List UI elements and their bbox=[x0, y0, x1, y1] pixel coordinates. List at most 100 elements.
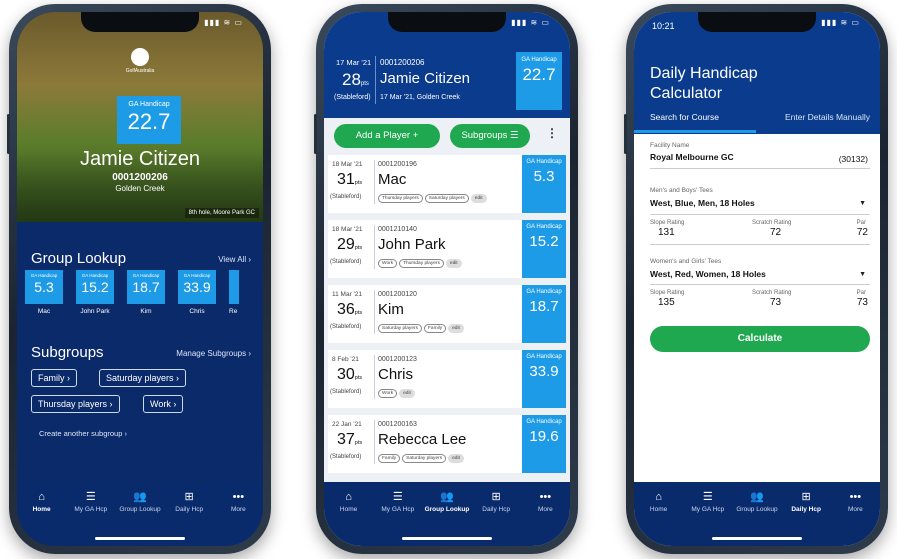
group-member-card[interactable]: GA Handicap 15.2 John Park bbox=[76, 270, 114, 315]
tab-more[interactable]: ••• More bbox=[214, 490, 262, 546]
calculate-button[interactable]: Calculate bbox=[650, 326, 870, 352]
tab-more[interactable]: ••• More bbox=[521, 490, 569, 546]
group-icon: 👥 bbox=[440, 491, 454, 503]
tag: Work bbox=[378, 259, 398, 268]
home-icon: ⌂ bbox=[38, 491, 45, 503]
calculator-icon: ⊞ bbox=[491, 491, 501, 503]
notch bbox=[388, 12, 506, 32]
mens-tees-select[interactable]: West, Blue, Men, 18 Holes bbox=[650, 198, 755, 208]
player-card[interactable]: 18 Mar '21 29pts (Stableford) 0001210140 Jo… bbox=[328, 220, 566, 278]
tag: Work bbox=[378, 389, 398, 398]
phone-group-lookup-screen: ▮▮▮ ≋ ▭ 17 Mar '21 28pts (Stableford) 00… bbox=[314, 4, 578, 554]
round-points: 28pts bbox=[342, 70, 369, 89]
tag: Thursday players bbox=[399, 259, 444, 268]
group-lookup-list: GA Handicap 5.3 Mac GA Handicap 15.2 John Pa… bbox=[25, 270, 263, 315]
tag: Thursday players bbox=[378, 194, 423, 203]
more-icon: ••• bbox=[232, 491, 245, 503]
calculator-icon: ⊞ bbox=[801, 491, 811, 503]
chevron-down-icon[interactable]: ▼ bbox=[859, 271, 866, 278]
tab-home[interactable]: ⌂ Home bbox=[18, 490, 66, 546]
slope-value: 131 bbox=[658, 227, 675, 238]
manage-subgroups-link[interactable]: Manage Subgroups › bbox=[176, 349, 251, 358]
handicap-value: 22.7 bbox=[127, 109, 171, 134]
club-name: Golden Creek bbox=[115, 184, 165, 193]
slope-value: 135 bbox=[658, 297, 675, 308]
facility-input[interactable]: Royal Melbourne GC bbox=[650, 152, 734, 162]
screen: ▮▮▮ ≋ ▭ 17 Mar '21 28pts (Stableford) 00… bbox=[324, 12, 570, 546]
status-bar: ▮▮▮ ≋ ▭ bbox=[511, 18, 550, 30]
notch bbox=[698, 12, 816, 32]
round-details: 17 Mar '21, Golden Creek bbox=[380, 94, 460, 101]
status-icons: ▮▮▮ ≋ ▭ bbox=[204, 18, 243, 27]
tag: Saturday players bbox=[424, 194, 469, 203]
list-icon: ☰ bbox=[702, 491, 713, 503]
tab-enter-manually[interactable]: Enter Details Manually bbox=[785, 112, 870, 122]
player-name: Jamie Citizen bbox=[79, 148, 201, 170]
scratch-label: Scratch Rating bbox=[752, 290, 792, 296]
list-icon: ☰ bbox=[392, 491, 403, 503]
slope-label: Slope Rating bbox=[650, 220, 685, 226]
handicap-badge: GA Handicap 22.7 bbox=[516, 52, 562, 110]
tab-home[interactable]: ⌂ Home bbox=[325, 490, 373, 546]
edit-tags-button[interactable]: edit bbox=[448, 324, 464, 333]
scratch-value: 72 bbox=[770, 227, 782, 238]
overflow-menu-icon[interactable]: ⋮ bbox=[546, 126, 558, 140]
player-card[interactable]: 11 Mar '21 36pts (Stableford) 0001200120 Ki… bbox=[328, 285, 566, 343]
home-indicator bbox=[712, 537, 802, 540]
group-member-card[interactable]: GA Handicap 5.3 Mac bbox=[25, 270, 63, 315]
photo-caption: 8th hole, Moore Park GC bbox=[184, 208, 259, 218]
screen: ▮▮▮ ≋ ▭ Daily Handicap Calculator Search… bbox=[634, 12, 880, 546]
list-icon: ☰ bbox=[85, 491, 96, 503]
tab-home[interactable]: ⌂ Home bbox=[635, 490, 683, 546]
edit-tags-button[interactable]: edit bbox=[470, 194, 487, 203]
womens-tees-select[interactable]: West, Red, Women, 18 Holes bbox=[650, 269, 766, 279]
member-id: 0001200206 bbox=[112, 172, 168, 183]
page-title: Daily Handicap Calculator bbox=[650, 65, 758, 102]
player-card[interactable]: 18 Mar '21 31pts (Stableford) 0001200196 Ma… bbox=[328, 155, 566, 213]
edit-tags-button[interactable]: edit bbox=[445, 259, 462, 268]
par-label: Par bbox=[856, 220, 866, 226]
scratch-value: 73 bbox=[770, 297, 782, 308]
home-indicator bbox=[402, 537, 492, 540]
scratch-label: Scratch Rating bbox=[752, 220, 792, 226]
edit-tags-button[interactable]: edit bbox=[448, 454, 464, 463]
chevron-down-icon[interactable]: ▼ bbox=[859, 200, 866, 207]
round-date: 17 Mar '21 bbox=[336, 58, 372, 67]
edit-tags-button[interactable]: edit bbox=[399, 389, 415, 398]
status-icons: ▮▮▮ ≋ ▭ bbox=[511, 18, 550, 27]
member-id: 0001200206 bbox=[380, 58, 425, 67]
subgroups-title: Subgroups bbox=[31, 344, 104, 361]
player-card[interactable]: 22 Jan '21 37pts (Stableford) 0001200163 Re… bbox=[328, 415, 566, 473]
group-member-card[interactable]: GA Handicap 18.7 Kim bbox=[127, 270, 165, 315]
tab-search-course[interactable]: Search for Course bbox=[650, 112, 719, 122]
facility-label: Facility Name bbox=[650, 142, 690, 149]
subgroup-chip[interactable]: Thursday players › bbox=[31, 395, 120, 413]
group-member-card[interactable]: Re bbox=[229, 270, 263, 315]
subgroup-chip[interactable]: Family › bbox=[31, 369, 77, 387]
create-subgroup-link[interactable]: Create another subgroup › bbox=[39, 429, 127, 438]
phone-daily-handicap-screen: ▮▮▮ ≋ ▭ Daily Handicap Calculator Search… bbox=[624, 4, 888, 554]
phone-home-screen: ▮▮▮ ≋ ▭ GolfAustralia GA Handicap 22.7 J… bbox=[7, 4, 271, 554]
status-time: 10:21 bbox=[652, 21, 675, 31]
tab-more[interactable]: ••• More bbox=[831, 490, 879, 546]
group-icon: 👥 bbox=[750, 491, 764, 503]
subgroups-filter-button[interactable]: Subgroups ☰ bbox=[450, 124, 530, 148]
view-all-link[interactable]: View All › bbox=[218, 255, 251, 264]
status-icons: ▮▮▮ ≋ ▭ bbox=[821, 18, 860, 27]
group-icon: 👥 bbox=[133, 491, 147, 503]
slope-label: Slope Rating bbox=[650, 290, 685, 296]
tag: Saturday players bbox=[402, 454, 447, 463]
par-value: 73 bbox=[856, 297, 868, 308]
round-mode: (Stableford) bbox=[334, 94, 371, 101]
handicap-label: GA Handicap bbox=[128, 101, 170, 108]
player-card[interactable]: 8 Feb '21 30pts (Stableford) 0001200123 Chr… bbox=[328, 350, 566, 408]
add-player-button[interactable]: Add a Player + bbox=[334, 124, 440, 148]
subgroup-chip[interactable]: Saturday players › bbox=[99, 369, 187, 387]
handicap-card: GA Handicap 22.7 bbox=[117, 96, 181, 144]
par-value: 72 bbox=[856, 227, 868, 238]
subgroup-chip[interactable]: Work › bbox=[143, 395, 184, 413]
calculator-icon: ⊞ bbox=[184, 491, 194, 503]
group-member-card[interactable]: GA Handicap 33.9 Chris bbox=[178, 270, 216, 315]
tag: Saturday players bbox=[378, 324, 422, 333]
home-icon: ⌂ bbox=[345, 491, 352, 503]
